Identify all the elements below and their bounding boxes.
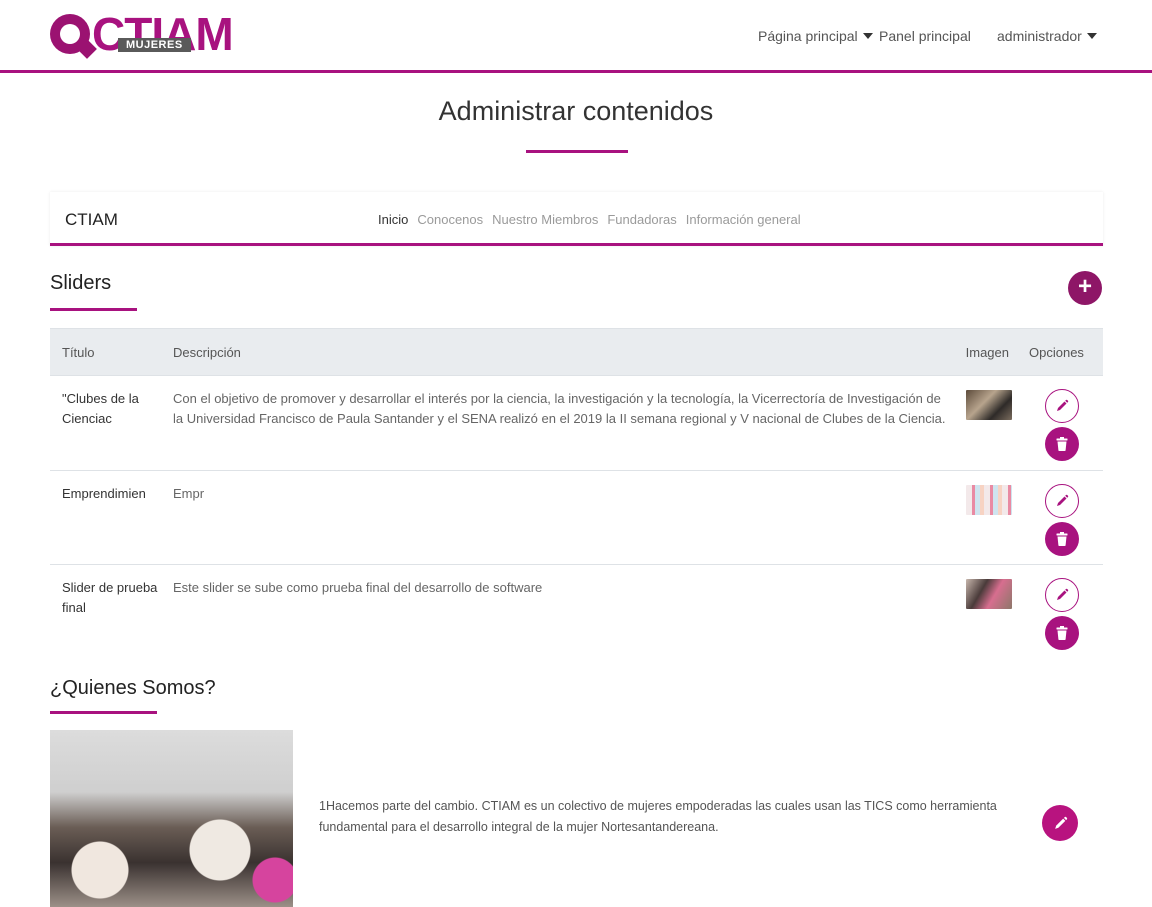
col-header-imagen: Imagen [959, 328, 1021, 376]
slider-thumbnail[interactable] [965, 390, 1012, 420]
col-header-descripcion: Descripción [161, 328, 960, 376]
nav-home-label: Página principal [758, 28, 858, 44]
edit-about-button[interactable] [1042, 805, 1078, 841]
page-title: Administrar contenidos [438, 96, 714, 126]
delete-slider-button[interactable] [1045, 616, 1079, 650]
tab-informacion-general[interactable]: Información general [686, 212, 801, 227]
caret-down-icon [1086, 33, 1097, 39]
sliders-heading: Sliders [50, 272, 112, 294]
delete-slider-button[interactable] [1045, 427, 1079, 461]
table-row: Slider de prueba final Este slider se su… [50, 564, 1103, 659]
slider-image-cell [959, 375, 1021, 471]
tabs-brand[interactable]: CTIAM [65, 210, 118, 230]
slider-title: "Clubes de la Cienciac [50, 375, 161, 471]
pencil-icon [1057, 494, 1069, 506]
slider-options-cell [1021, 375, 1103, 471]
nav-user-label: administrador [997, 28, 1082, 44]
title-underline [526, 150, 628, 153]
delete-slider-button[interactable] [1045, 522, 1079, 556]
about-text: 1Hacemos parte del cambio. CTIAM es un c… [319, 799, 997, 834]
edit-slider-button[interactable] [1045, 578, 1079, 612]
col-header-opciones: Opciones [1021, 328, 1103, 376]
slider-thumbnail[interactable] [965, 579, 1012, 609]
trash-icon [1056, 532, 1068, 546]
slider-title: Emprendimien [50, 470, 161, 565]
slider-image-cell [959, 470, 1021, 565]
edit-slider-button[interactable] [1045, 389, 1079, 423]
pencil-icon [1054, 816, 1067, 829]
content-tabs: Inicio Conocenos Nuestro Miembros Fundad… [378, 212, 801, 227]
table-row: "Clubes de la Cienciac Con el objetivo d… [50, 375, 1103, 471]
table-header-row: Título Descripción Imagen Opciones [50, 328, 1103, 376]
about-heading-underline [50, 711, 157, 714]
nav-home-dropdown[interactable]: Página principal [758, 28, 873, 44]
sliders-heading-underline [50, 308, 137, 311]
slider-image-cell [959, 564, 1021, 659]
slider-description: Este slider se sube como prueba final de… [161, 564, 960, 659]
tab-nuestro-miembros[interactable]: Nuestro Miembros [492, 212, 598, 227]
about-heading: ¿Quienes Somos? [50, 677, 216, 699]
slider-title: Slider de prueba final [50, 564, 161, 659]
pencil-icon [1057, 588, 1069, 600]
ctiam-logo[interactable]: CTIAM MUJERES [50, 8, 250, 59]
tab-conocenos[interactable]: Conocenos [417, 212, 483, 227]
top-navbar: CTIAM MUJERES Página principal Panel pri… [0, 0, 1152, 73]
slider-options-cell [1021, 564, 1103, 659]
add-slider-button[interactable]: + [1068, 271, 1102, 305]
tab-fundadoras[interactable]: Fundadoras [607, 212, 676, 227]
slider-options-cell [1021, 470, 1103, 565]
pencil-icon [1057, 399, 1069, 411]
trash-icon [1056, 626, 1068, 640]
slider-description: Con el objetivo de promover y desarrolla… [161, 375, 960, 471]
nav-user-dropdown[interactable]: administrador [997, 28, 1097, 44]
nav-panel-label: Panel principal [879, 28, 971, 44]
trash-icon [1056, 437, 1068, 451]
plus-icon: + [1077, 273, 1092, 300]
caret-down-icon [862, 33, 873, 39]
slider-options [1021, 484, 1103, 556]
logo-subtitle: MUJERES [118, 38, 191, 52]
about-photo [50, 730, 293, 907]
col-header-titulo: Título [50, 328, 161, 376]
nav-panel-link[interactable]: Panel principal [879, 28, 971, 44]
slider-options [1021, 578, 1103, 650]
slider-description: Empr [161, 470, 960, 565]
slider-options [1021, 389, 1103, 461]
edit-slider-button[interactable] [1045, 484, 1079, 518]
content-tabs-card: CTIAM Inicio Conocenos Nuestro Miembros … [50, 192, 1103, 246]
table-row: Emprendimien Empr [50, 470, 1103, 565]
tab-inicio[interactable]: Inicio [378, 212, 408, 227]
slider-thumbnail[interactable] [965, 485, 1012, 515]
sliders-table: Título Descripción Imagen Opciones "Club… [50, 328, 1103, 659]
